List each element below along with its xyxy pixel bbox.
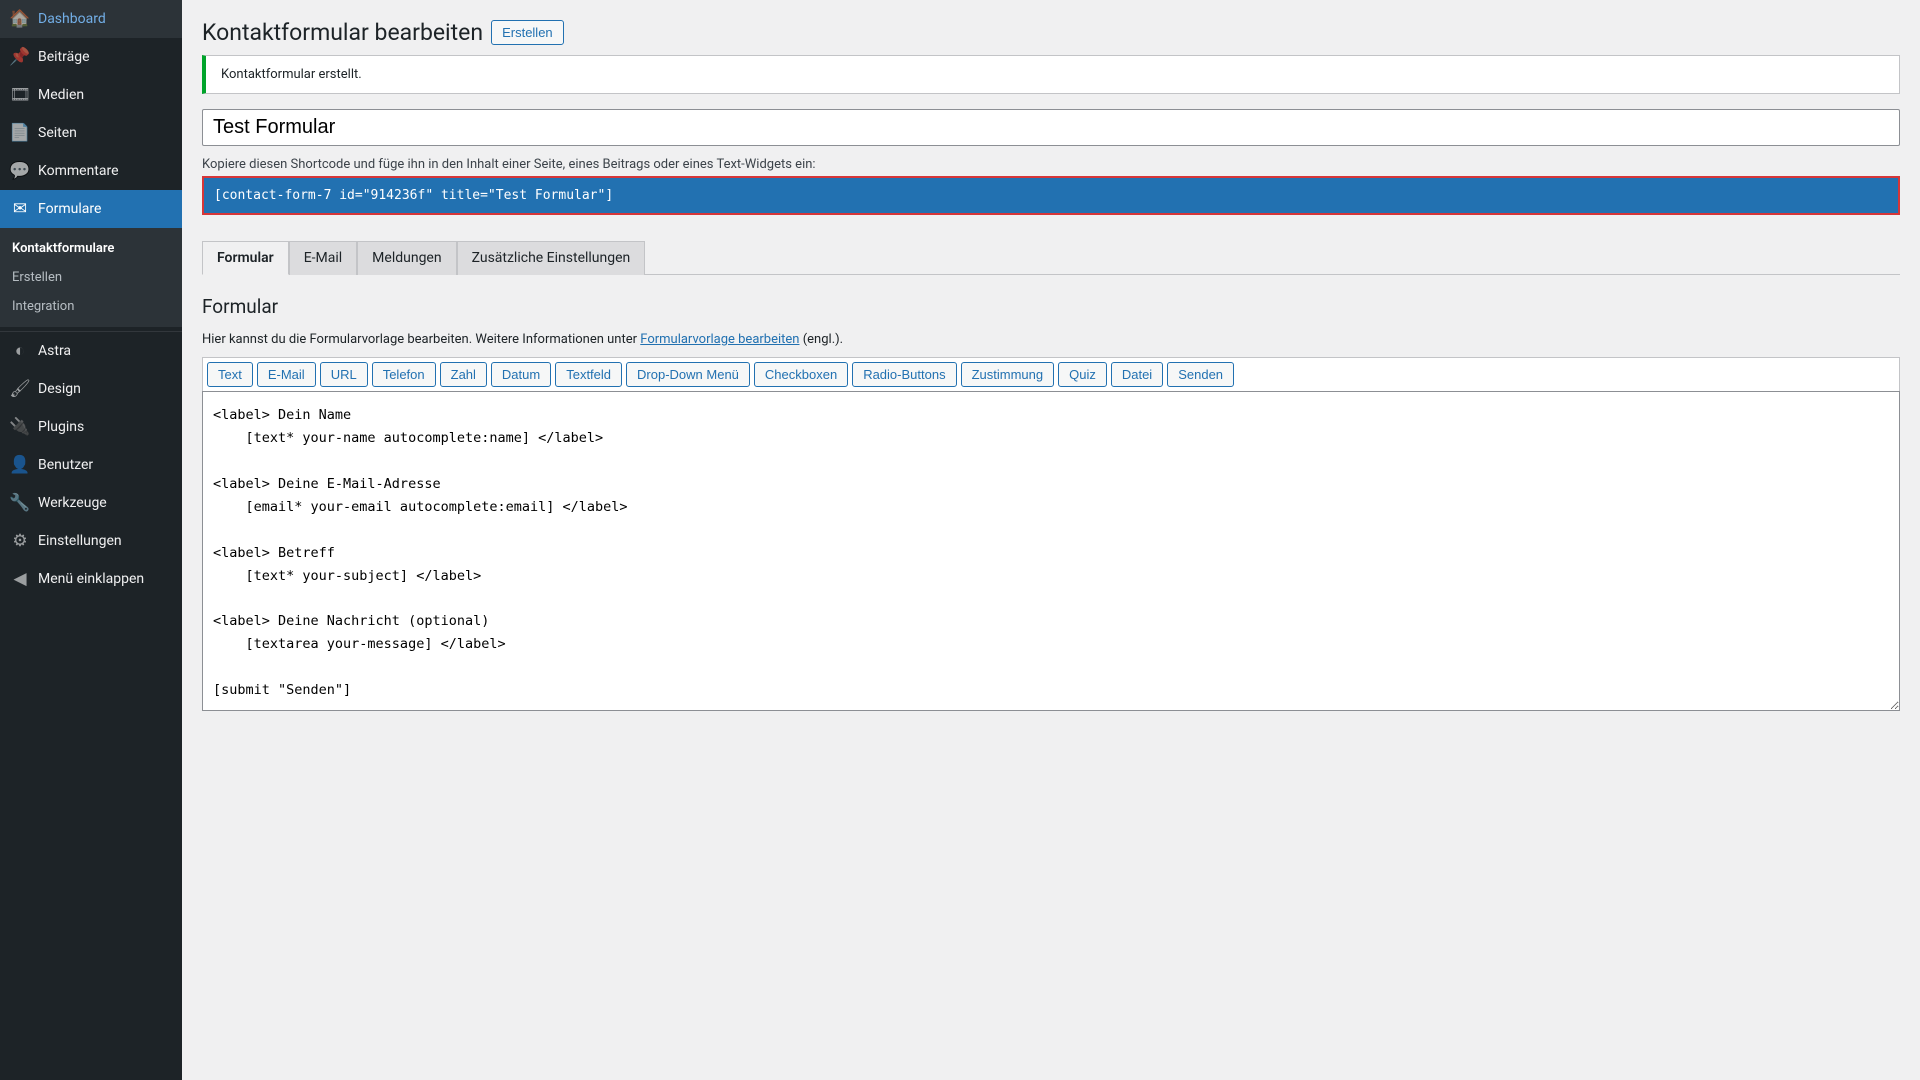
panel-title: Formular — [202, 295, 1900, 318]
sidebar-item-kommentare[interactable]: 💬 Kommentare — [0, 152, 182, 190]
sidebar-item-label: Design — [38, 381, 81, 397]
sidebar-item-label: Einstellungen — [38, 533, 122, 549]
sidebar-item-beiträge[interactable]: 📌 Beiträge — [0, 38, 182, 76]
tag-btn-text[interactable]: Text — [207, 362, 253, 387]
form-template-editor[interactable] — [202, 391, 1900, 711]
submenu-item-integration[interactable]: Integration — [0, 292, 182, 321]
tag-btn-e-mail[interactable]: E-Mail — [257, 362, 316, 387]
tag-btn-telefon[interactable]: Telefon — [372, 362, 436, 387]
tag-btn-checkboxen[interactable]: Checkboxen — [754, 362, 848, 387]
sidebar-item-label: Kommentare — [38, 163, 119, 179]
sidebar-item-label: Menü einklappen — [38, 571, 144, 587]
tag-btn-radio-buttons[interactable]: Radio-Buttons — [852, 362, 956, 387]
sidebar-item-werkzeuge[interactable]: 🔧 Werkzeuge — [0, 484, 182, 522]
shortcode-input[interactable] — [214, 188, 1888, 203]
sidebar-item-astra[interactable]: ◐ Astra — [0, 332, 182, 370]
page-title: Kontaktformular bearbeiten — [202, 19, 483, 46]
media-icon: 🎞 — [10, 85, 30, 105]
page-icon: 📄 — [10, 123, 30, 143]
template-doc-link[interactable]: Formularvorlage bearbeiten — [640, 332, 799, 347]
pin-icon: 📌 — [10, 47, 30, 67]
sidebar-item-label: Seiten — [38, 125, 77, 141]
sidebar-item-label: Astra — [38, 343, 71, 359]
sidebar-item-medien[interactable]: 🎞 Medien — [0, 76, 182, 114]
plug-icon: 🔌 — [10, 417, 30, 437]
submenu-item-erstellen[interactable]: Erstellen — [0, 263, 182, 292]
sidebar-item-seiten[interactable]: 📄 Seiten — [0, 114, 182, 152]
admin-sidebar: 🏠 Dashboard 📌 Beiträge 🎞 Medien 📄 Seiten 💬 Kommen… — [0, 0, 182, 1080]
user-icon: 👤 — [10, 455, 30, 475]
tag-btn-zustimmung[interactable]: Zustimmung — [961, 362, 1055, 387]
sidebar-item-dashboard[interactable]: 🏠 Dashboard — [0, 0, 182, 38]
tab-zus-tzliche-einstellungen[interactable]: Zusätzliche Einstellungen — [457, 241, 646, 275]
tag-btn-senden[interactable]: Senden — [1167, 362, 1234, 387]
sidebar-item-label: Formulare — [38, 201, 101, 217]
mail-icon: ✉ — [10, 199, 30, 219]
panel-description: Hier kannst du die Formularvorlage bearb… — [202, 332, 1900, 347]
tag-generator-bar: TextE-MailURLTelefonZahlDatumTextfeldDro… — [202, 357, 1900, 391]
success-notice: Kontaktformular erstellt. — [202, 55, 1900, 94]
tab-bar: FormularE-MailMeldungenZusätzliche Einst… — [202, 240, 1900, 275]
brush-icon: 🖌 — [10, 379, 30, 399]
shortcode-hint: Kopiere diesen Shortcode und füge ihn in… — [202, 157, 1900, 172]
sidebar-item-einstellungen[interactable]: ⚙ Einstellungen — [0, 522, 182, 560]
gear-icon: ⚙ — [10, 531, 30, 551]
sidebar-item-label: Dashboard — [38, 11, 106, 27]
form-title-input[interactable] — [202, 109, 1900, 146]
tag-btn-textfeld[interactable]: Textfeld — [555, 362, 622, 387]
sidebar-item-plugins[interactable]: 🔌 Plugins — [0, 408, 182, 446]
astra-icon: ◐ — [10, 341, 30, 361]
create-button[interactable]: Erstellen — [491, 20, 564, 45]
dashboard-icon: 🏠 — [10, 9, 30, 29]
tag-btn-datum[interactable]: Datum — [491, 362, 551, 387]
sidebar-item-formulare[interactable]: ✉ Formulare — [0, 190, 182, 228]
notice-text: Kontaktformular erstellt. — [221, 67, 362, 82]
tab-meldungen[interactable]: Meldungen — [357, 241, 456, 275]
tab-formular[interactable]: Formular — [202, 241, 289, 275]
sidebar-item-menü-einklappen[interactable]: ◀ Menü einklappen — [0, 560, 182, 598]
comment-icon: 💬 — [10, 161, 30, 181]
tag-btn-quiz[interactable]: Quiz — [1058, 362, 1107, 387]
tag-btn-drop-down-men-[interactable]: Drop-Down Menü — [626, 362, 750, 387]
sidebar-item-label: Benutzer — [38, 457, 93, 473]
sidebar-item-label: Beiträge — [38, 49, 90, 65]
sidebar-item-label: Plugins — [38, 419, 84, 435]
tag-btn-zahl[interactable]: Zahl — [440, 362, 487, 387]
sidebar-item-label: Medien — [38, 87, 84, 103]
tag-btn-datei[interactable]: Datei — [1111, 362, 1163, 387]
sidebar-item-benutzer[interactable]: 👤 Benutzer — [0, 446, 182, 484]
collapse-icon: ◀ — [10, 569, 30, 589]
submenu-item-kontaktformulare[interactable]: Kontaktformulare — [0, 234, 182, 263]
tab-e-mail[interactable]: E-Mail — [289, 241, 357, 275]
shortcode-box — [202, 176, 1900, 215]
sidebar-item-design[interactable]: 🖌 Design — [0, 370, 182, 408]
wrench-icon: 🔧 — [10, 493, 30, 513]
tag-btn-url[interactable]: URL — [320, 362, 368, 387]
main-content: Kontaktformular bearbeiten Erstellen Kon… — [182, 0, 1920, 1080]
sidebar-item-label: Werkzeuge — [38, 495, 107, 511]
